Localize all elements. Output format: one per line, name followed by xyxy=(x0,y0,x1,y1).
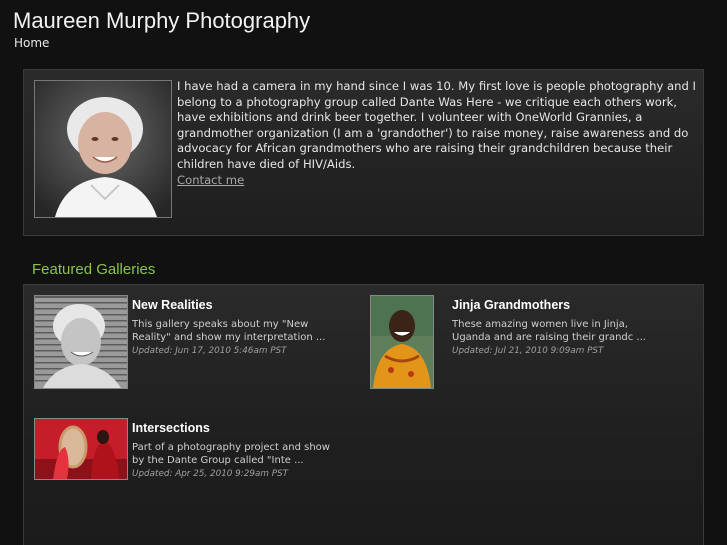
gallery-updated-timestamp: Updated: Jul 21, 2010 9:09am PST xyxy=(452,346,604,356)
breadcrumb-home[interactable]: Home xyxy=(14,36,49,50)
bio-text-block: I have had a camera in my hand since I w… xyxy=(177,79,697,188)
bio-paragraph: I have had a camera in my hand since I w… xyxy=(177,79,696,171)
gallery-description: This gallery speaks about my "New Realit… xyxy=(132,319,326,343)
featured-galleries-heading: Featured Galleries xyxy=(32,261,156,278)
site-title[interactable]: Maureen Murphy Photography xyxy=(13,8,310,34)
gallery-description: Part of a photography project and show b… xyxy=(132,442,330,466)
gallery-title-link[interactable]: Intersections xyxy=(132,421,210,435)
gallery-description: These amazing women live in Jinja, Ugand… xyxy=(452,319,646,343)
gallery-item-intersections: Intersections Part of a photography proj… xyxy=(34,418,354,518)
bio-panel: I have had a camera in my hand since I w… xyxy=(23,69,704,236)
gallery-thumbnail[interactable] xyxy=(370,295,434,389)
gallery-item-new-realities: New Realities This gallery speaks about … xyxy=(34,295,354,395)
gallery-title-link[interactable]: Jinja Grandmothers xyxy=(452,298,570,312)
contact-me-link[interactable]: Contact me xyxy=(177,173,244,187)
gallery-title-link[interactable]: New Realities xyxy=(132,298,213,312)
gallery-updated-timestamp: Updated: Jun 17, 2010 5:46am PST xyxy=(132,346,287,356)
gallery-thumbnail[interactable] xyxy=(34,295,128,389)
gallery-thumbnail[interactable] xyxy=(34,418,128,480)
gallery-item-jinja-grandmothers: Jinja Grandmothers These amazing women l… xyxy=(370,295,690,395)
gallery-updated-timestamp: Updated: Apr 25, 2010 9:29am PST xyxy=(132,469,288,479)
featured-galleries-panel: New Realities This gallery speaks about … xyxy=(23,284,704,545)
portrait-photo xyxy=(34,80,172,218)
